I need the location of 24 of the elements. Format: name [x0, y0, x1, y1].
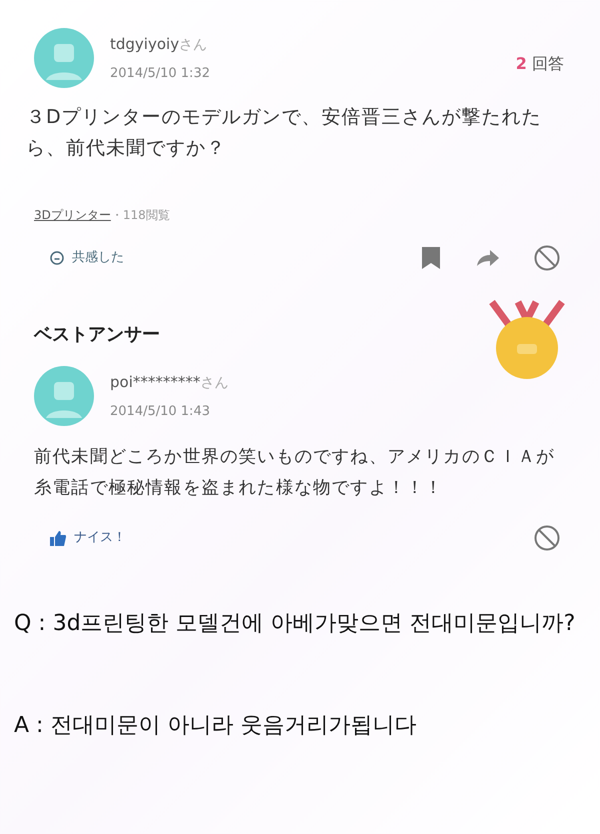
bookmark-icon[interactable] — [420, 246, 442, 270]
user-name[interactable]: tdgyiyoiy — [110, 35, 180, 53]
empathy-button[interactable]: 共感した — [50, 248, 124, 268]
share-icon[interactable] — [476, 249, 500, 267]
view-count: ・118閲覧 — [110, 208, 170, 222]
medal-icon — [488, 300, 566, 380]
section-heading: ベストアンサー — [34, 324, 160, 346]
tag-link[interactable]: 3Dプリンター — [34, 208, 111, 222]
nice-button[interactable]: ナイス！ — [50, 528, 126, 548]
caption-text: A : 전대미문이 아니라 웃음거리가됩니다 — [13, 712, 418, 740]
post-date: 2014/5/10 1:43 — [110, 403, 211, 421]
honorific: さん — [200, 375, 228, 391]
post-date: 2014/5/10 1:32 — [110, 65, 211, 83]
thumbs-up-icon — [50, 530, 66, 546]
question-text: ３Dプリンターのモデルガンで、安倍晋三さんが撃たれたら、前代未聞ですか？ — [26, 105, 543, 161]
caption-text: Q : 3d프린팅한 모델건에 아베가맞으면 전대미문입니까? — [13, 610, 576, 638]
honorific: さん — [179, 37, 208, 53]
avatar-icon — [34, 366, 94, 426]
block-icon[interactable] — [534, 245, 560, 271]
block-icon[interactable] — [534, 525, 560, 551]
answer-count: 2 回答 — [516, 53, 564, 75]
answer-text: 前代未聞どころか世界の笑いものですね、アメリカのＣＩＡが糸電話で極秘情報を盗まれた様な物ですよ！！！ — [34, 446, 556, 500]
user-name[interactable]: poi********* — [110, 373, 200, 391]
avatar-icon — [34, 28, 94, 88]
